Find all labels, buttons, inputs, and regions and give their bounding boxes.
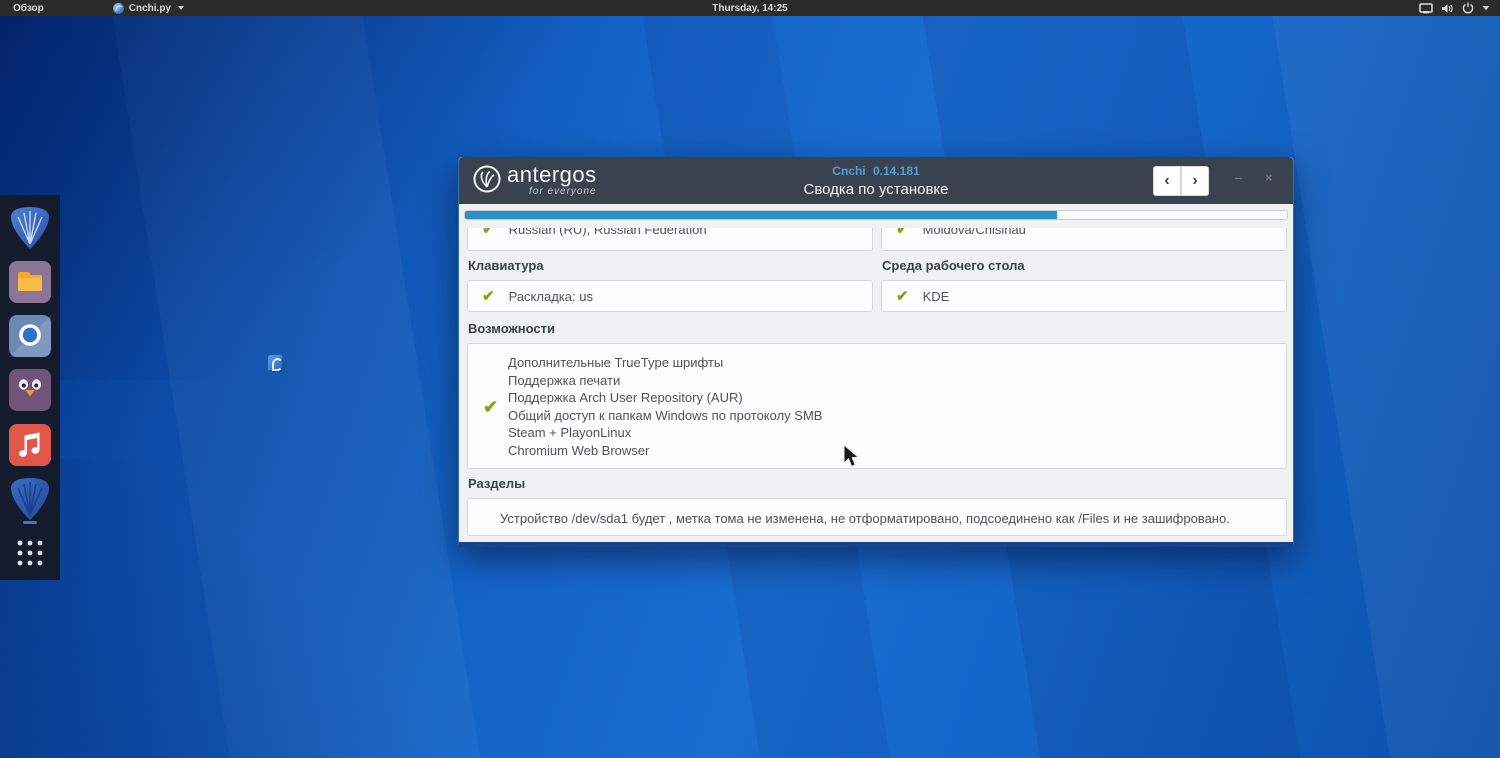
scrolled-summary-row: ✔ Russian (RU), Russian Federation ✔ Mol…: [467, 228, 1287, 252]
wizard-nav: ‹ ›: [1153, 166, 1209, 196]
antergos-logo-icon: [473, 165, 501, 193]
wallpaper-shade: [0, 458, 480, 758]
check-icon: ✔: [482, 228, 495, 238]
features-heading: Возможности: [468, 321, 555, 336]
brand-name: antergos: [507, 162, 597, 187]
clock[interactable]: Thursday, 14:25: [712, 0, 787, 16]
app-menu-label: Cnchi.py: [128, 2, 171, 14]
activities-button[interactable]: Обзор: [0, 0, 57, 16]
cnchi-installer-icon[interactable]: [8, 476, 52, 522]
keyboard-value: Раскладка: us: [508, 288, 593, 304]
language-summary-box: ✔ Russian (RU), Russian Federation: [467, 228, 873, 251]
antergos-app-icon[interactable]: [8, 205, 52, 251]
progress-fill: [465, 211, 1057, 219]
check-icon: ✔: [482, 287, 495, 305]
partition-description: Устройство /dev/sda1 будет , метка тома …: [500, 511, 1230, 526]
partitions-summary-box: Устройство /dev/sda1 будет , метка тома …: [467, 498, 1287, 536]
forward-button[interactable]: ›: [1181, 166, 1209, 196]
cnchi-app-icon: [112, 2, 124, 14]
window-titles: Cnchi 0.14.181 Сводка по установке: [804, 164, 949, 198]
file-manager-icon[interactable]: [8, 260, 52, 306]
dock: [0, 195, 60, 580]
music-player-icon[interactable]: [8, 423, 52, 469]
game-app-icon[interactable]: [8, 368, 52, 414]
feature-item: Поддержка печати: [508, 372, 621, 388]
desktop-env-heading: Среда рабочего стола: [882, 258, 1025, 273]
feature-item: Steam + PlayonLinux: [508, 425, 632, 440]
mouse-cursor: [843, 444, 860, 468]
feature-item: Chromium Web Browser: [508, 442, 650, 458]
timezone-summary-box: ✔ Moldova/Chisinau: [881, 228, 1287, 251]
running-app-indicator: [23, 521, 37, 524]
language-value: Russian (RU), Russian Federation: [508, 228, 707, 237]
brand-tagline: for everyone: [529, 186, 597, 197]
desktop-env-value: KDE: [922, 288, 950, 304]
feature-item: Поддержка Arch User Repository (AUR): [508, 390, 743, 405]
antergos-logo: antergos for everyone: [472, 164, 597, 197]
desktop-env-summary-box: ✔ KDE: [881, 280, 1287, 312]
chevron-down-icon: [178, 6, 184, 10]
timezone-value: Moldova/Chisinau: [922, 228, 1026, 237]
check-icon: ✔: [896, 287, 909, 305]
window-header: antergos for everyone Cnchi 0.14.181 Сво…: [459, 157, 1293, 204]
show-applications-button[interactable]: [13, 536, 47, 570]
volume-icon: [1442, 3, 1453, 13]
partitions-heading: Разделы: [468, 476, 526, 491]
top-bar: Обзор Cnchi.py Thursday, 14:25: [0, 0, 1500, 16]
chevron-down-icon: [1482, 6, 1490, 11]
close-button[interactable]: ×: [1265, 170, 1273, 185]
screenshot-tool-icon[interactable]: [8, 314, 52, 360]
check-icon: ✔: [896, 228, 909, 238]
feature-item: Дополнительные TrueType шрифты: [508, 355, 724, 370]
check-icon: ✔: [483, 397, 499, 417]
feature-item: Общий доступ к папкам Windows по протоко…: [508, 407, 823, 423]
page-title: Сводка по установке: [803, 181, 949, 198]
minimize-button[interactable]: ‒: [1235, 170, 1242, 185]
keyboard-summary-box: ✔ Раскладка: us: [467, 280, 873, 312]
power-icon: [1462, 2, 1474, 14]
back-button[interactable]: ‹: [1153, 166, 1181, 196]
desktop-shortcut-icon[interactable]: [268, 355, 284, 372]
features-list: Дополнительные TrueType шрифты Поддержка…: [508, 354, 822, 459]
status-area[interactable]: [1419, 0, 1490, 16]
display-icon: [1419, 2, 1433, 13]
app-version-title: Cnchi 0.14.181: [832, 164, 920, 178]
features-summary-box: ✔ Дополнительные TrueType шрифты Поддерж…: [467, 343, 1287, 469]
install-progress-bar: [464, 210, 1288, 220]
app-menu-button[interactable]: Cnchi.py: [103, 0, 194, 16]
keyboard-heading: Клавиатура: [468, 258, 544, 273]
cnchi-window: antergos for everyone Cnchi 0.14.181 Сво…: [458, 157, 1294, 547]
